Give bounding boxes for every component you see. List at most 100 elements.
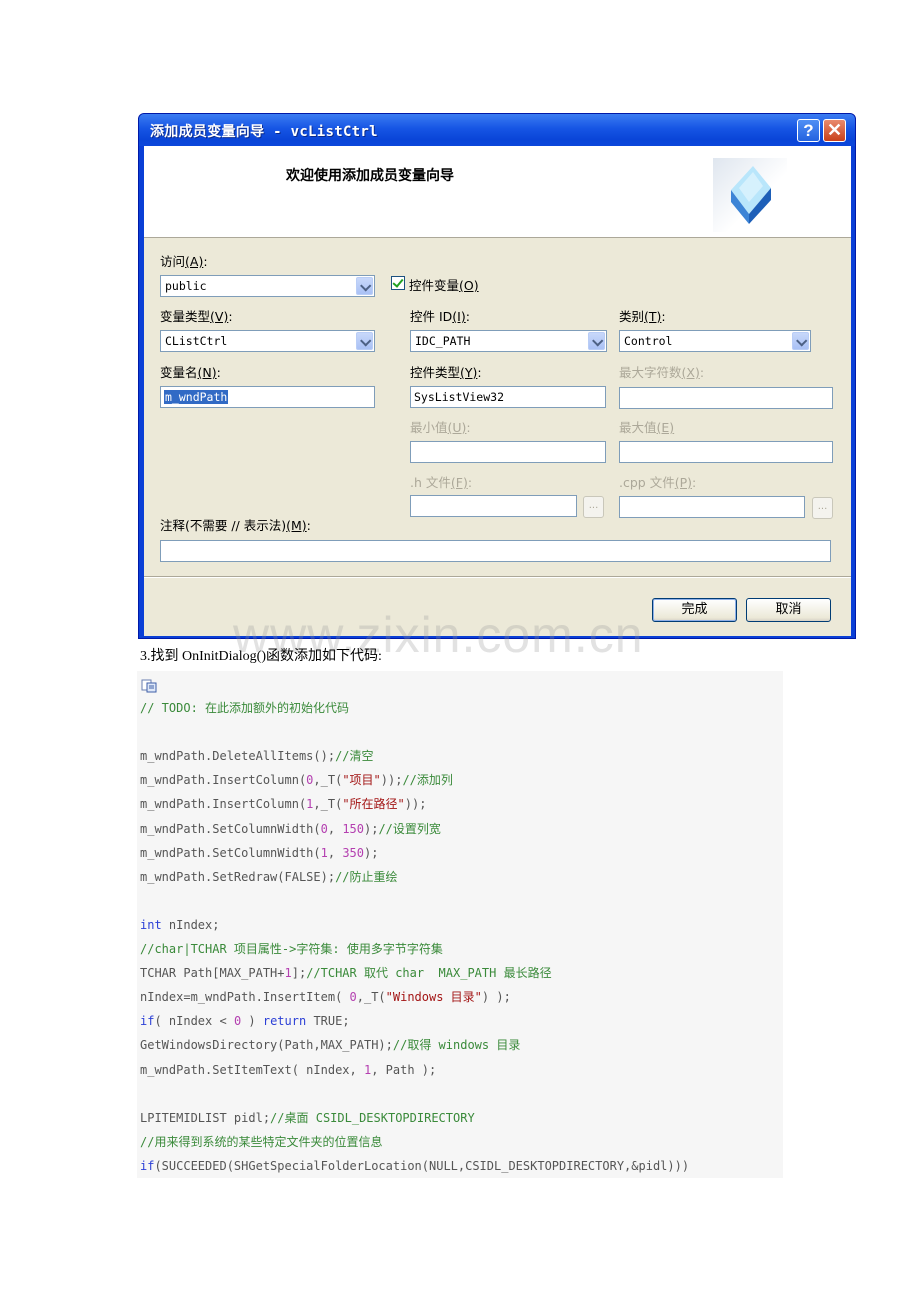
dialog-title: 添加成员变量向导 - vcListCtrl [150,124,378,140]
code-line: // TODO: 在此添加额外的初始化代码 [140,699,349,717]
code-token: return [262,1014,307,1029]
code-token: //防止重绘 [335,869,398,884]
code-line: //char|TCHAR 项目属性->字符集: 使用多字节字符集 [140,940,443,958]
code-line: m_wndPath.SetColumnWidth(1, 350); [140,844,378,862]
control-variable-checkbox[interactable] [391,276,405,290]
code-line: int nIndex; [140,916,219,934]
code-token: //TCHAR 取代 char MAX_PATH 最长路径 [306,966,552,981]
wizard-cube-icon [713,158,787,232]
code-token: (SUCCEEDED(SHGetSpecialFolderLocation(NU… [154,1158,690,1173]
chevron-down-icon[interactable] [792,332,809,350]
variable-name-label: 变量名(N): [160,365,221,380]
variable-name-input[interactable]: m_wndPath [160,386,375,408]
code-token: ) ); [481,990,511,1005]
cpp-file-input[interactable] [619,496,805,518]
code-token: ]; [291,966,307,981]
category-label: 类别(T): [619,309,666,324]
code-token: m_wndPath.InsertColumn( [140,797,307,812]
code-token: 150 [342,821,364,836]
variable-type-value: CListCtrl [165,334,228,348]
code-line: m_wndPath.SetItemText( nIndex, 1, Path )… [140,1061,436,1079]
control-variable-label: 控件变量(O) [409,278,479,293]
code-token: if [140,1014,155,1029]
code-line: nIndex=m_wndPath.InsertItem( 0,_T("Windo… [140,988,511,1006]
code-token: 1 [284,966,292,981]
h-file-label: .h 文件(F): [410,475,473,490]
code-token: //设置列宽 [378,821,441,836]
access-value: public [165,279,207,293]
comment-input[interactable] [160,540,831,562]
max-chars-input[interactable] [619,387,833,409]
help-button[interactable]: ? [797,119,820,142]
variable-name-value: m_wndPath [164,390,229,404]
control-type-label: 控件类型(Y): [410,365,482,380]
code-token: TRUE; [306,1014,350,1029]
code-token: //桌面 CSIDL_DESKTOPDIRECTORY [270,1110,475,1125]
code-token: TCHAR Path[MAX_PATH+ [140,966,285,981]
code-line: m_wndPath.InsertColumn(1,_T("所在路径")); [140,795,426,813]
close-button[interactable]: ✕ [823,119,846,142]
dialog-body: 欢迎使用添加成员变量向导 访问(A): public 控件变量(O) 变量类型(… [144,146,851,636]
control-type-input[interactable]: SysListView32 [410,386,606,408]
code-token: if [140,1158,155,1173]
code-token: "项目" [342,773,381,788]
code-token: //取得 windows 目录 [392,1038,521,1053]
code-token: , Path ); [371,1062,437,1077]
code-token: )); [404,797,427,812]
cpp-file-browse-button[interactable]: ... [812,497,833,519]
control-id-combo[interactable]: IDC_PATH [410,330,607,352]
chevron-down-icon[interactable] [588,332,605,350]
code-line: LPITEMIDLIST pidl;//桌面 CSIDL_DESKTOPDIRE… [140,1109,475,1127]
code-token: ); [364,845,379,860]
code-line: if(SUCCEEDED(SHGetSpecialFolderLocation(… [140,1157,689,1175]
title-bar[interactable]: 添加成员变量向导 - vcListCtrl ? ✕ [139,114,855,146]
max-value-input[interactable] [619,441,833,463]
code-token: 1 [320,845,328,860]
code-token: LPITEMIDLIST pidl; [140,1110,271,1125]
max-chars-label: 最大字符数(X): [619,365,705,380]
chevron-down-icon[interactable] [356,277,373,295]
min-value-input[interactable] [410,441,606,463]
access-label: 访问(A): [160,254,208,269]
control-type-value: SysListView32 [414,390,505,404]
code-line: TCHAR Path[MAX_PATH+1];//TCHAR 取代 char M… [140,964,552,982]
cpp-file-label: .cpp 文件(P): [619,475,697,490]
control-id-value: IDC_PATH [415,334,471,348]
member-variable-wizard-dialog: 添加成员变量向导 - vcListCtrl ? ✕ 欢迎使用添加成员变量向导 访… [138,113,856,639]
variable-type-combo[interactable]: CListCtrl [160,330,375,352]
comment-label: 注释(不需要 // 表示法)(M): [160,518,311,533]
finish-button[interactable]: 完成 [652,598,737,622]
code-token: )); [380,773,403,788]
code-token: 0 [349,990,357,1005]
code-token: GetWindowsDirectory(Path,MAX_PATH); [140,1038,393,1053]
variable-type-label: 变量类型(V): [160,309,233,324]
code-token: ( nIndex < [154,1014,234,1029]
code-token: nIndex=m_wndPath.InsertItem( [140,990,350,1005]
code-line: if( nIndex < 0 ) return TRUE; [140,1012,350,1030]
code-token: m_wndPath.SetColumnWidth( [140,821,321,836]
code-token: ,_T( [356,990,386,1005]
code-token: ,_T( [313,773,343,788]
category-combo[interactable]: Control [619,330,811,352]
code-block: // TODO: 在此添加额外的初始化代码 m_wndPath.DeleteAll… [137,671,783,1178]
wizard-header-title: 欢迎使用添加成员变量向导 [286,168,454,184]
code-line: m_wndPath.InsertColumn(0,_T("项目"));//添加列 [140,771,453,789]
code-token: 0 [320,821,328,836]
code-token: // TODO: 在此添加额外的初始化代码 [140,701,350,715]
cancel-button[interactable]: 取消 [746,598,831,622]
code-line: m_wndPath.SetColumnWidth(0, 150);//设置列宽 [140,820,441,838]
step-instruction: 3.找到 OnInitDialog()函数添加如下代码: [140,649,382,664]
chevron-down-icon[interactable] [356,332,373,350]
access-combo[interactable]: public [160,275,375,297]
code-token: ); [364,821,379,836]
h-file-browse-button[interactable]: ... [583,496,604,518]
code-token: //添加列 [402,773,453,788]
code-token: //用来得到系统的某些特定文件夹的位置信息 [140,1134,383,1149]
copy-code-icon[interactable] [141,678,157,693]
code-line: m_wndPath.SetRedraw(FALSE);//防止重绘 [140,868,398,886]
code-token: , [327,821,343,836]
code-token: ,_T( [313,797,343,812]
max-value-label: 最大值(E) [619,420,675,435]
code-token: , [327,845,343,860]
h-file-input[interactable] [410,495,577,517]
